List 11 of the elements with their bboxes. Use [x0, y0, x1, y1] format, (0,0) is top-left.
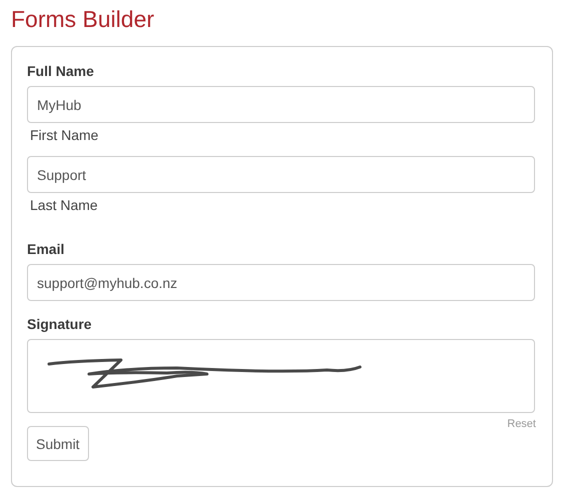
field-label: Full Name: [27, 62, 95, 80]
signature-pad[interactable]: [27, 339, 535, 413]
input-field[interactable]: MyHub: [27, 86, 535, 123]
input-field[interactable]: support@myhub.co.nz: [27, 264, 535, 301]
field-label: Signature: [27, 315, 93, 333]
field-label: Email: [27, 240, 66, 258]
submit-button[interactable]: Submit: [27, 426, 89, 461]
field-sublabel: First Name: [30, 126, 98, 144]
input-field[interactable]: Support: [27, 156, 535, 193]
field-sublabel: Last Name: [30, 196, 98, 214]
page-title: Forms Builder: [11, 5, 156, 33]
